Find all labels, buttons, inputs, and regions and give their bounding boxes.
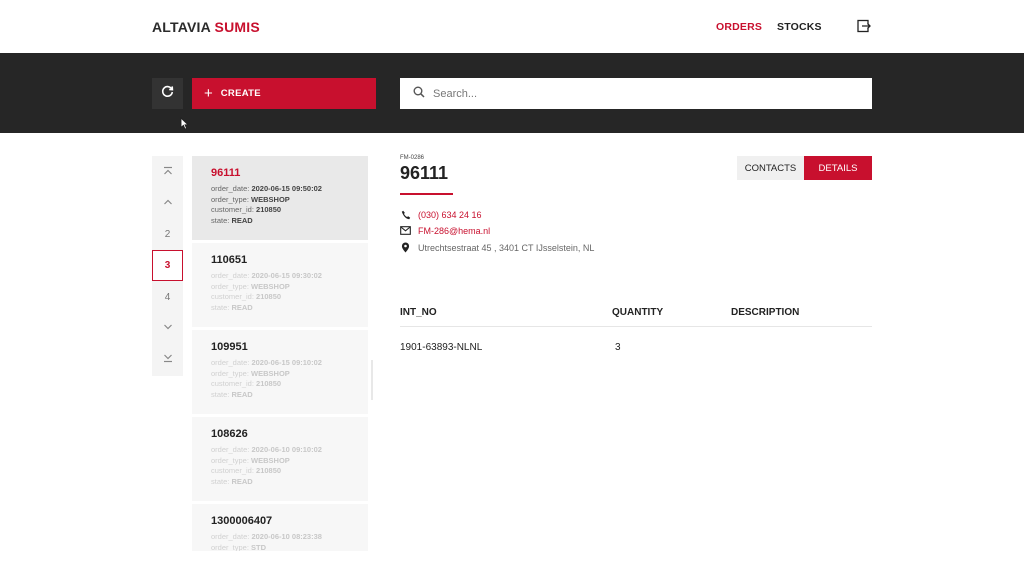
first-page-button[interactable] bbox=[152, 157, 183, 188]
mail-icon bbox=[400, 225, 411, 236]
order-type-line: order_type: WEBSHOP bbox=[211, 455, 290, 465]
page-navigator: 2 3 4 bbox=[152, 156, 183, 376]
order-type-line: order_type: WEBSHOP bbox=[211, 368, 290, 378]
address-text: Utrechtsestraat 45 , 3401 CT IJsselstein… bbox=[418, 242, 595, 253]
order-date-line: order_date: 2020-06-15 09:10:02 bbox=[211, 358, 322, 367]
email-row: FM-286@hema.nl bbox=[400, 225, 490, 236]
chevron-up-icon bbox=[163, 197, 173, 210]
order-type-line: order_type: STD bbox=[211, 542, 267, 552]
table-cell-quantity: 3 bbox=[615, 342, 621, 353]
state-line: state: READ bbox=[211, 302, 253, 312]
order-list: 96111 order_date: 2020-06-15 09:50:02 or… bbox=[192, 156, 368, 551]
phone-icon bbox=[400, 209, 411, 220]
search-input[interactable] bbox=[433, 87, 853, 100]
order-code: FM-0286 bbox=[400, 155, 425, 161]
column-header-quantity: QUANTITY bbox=[612, 307, 664, 318]
customer-id-line: customer_id: 210850 bbox=[211, 292, 282, 301]
order-title: 96111 bbox=[400, 163, 449, 183]
search-box[interactable] bbox=[400, 78, 872, 109]
address-row: Utrechtsestraat 45 , 3401 CT IJsselstein… bbox=[400, 242, 594, 253]
customer-id-line: customer_id: 210850 bbox=[211, 205, 282, 214]
tab-details[interactable]: DETAILS bbox=[804, 156, 872, 180]
order-card-96111[interactable]: 96111 order_date: 2020-06-15 09:50:02 or… bbox=[192, 156, 368, 240]
phone-row: (030) 634 24 16 bbox=[400, 209, 482, 220]
page-2-button[interactable]: 2 bbox=[152, 219, 183, 250]
order-id: 109951 bbox=[211, 341, 248, 353]
nav-orders[interactable]: ORDERS bbox=[716, 21, 762, 33]
tab-contacts[interactable]: CONTACTS bbox=[737, 156, 804, 180]
order-card-110651[interactable]: 110651 order_date: 2020-06-15 09:30:02 o… bbox=[192, 243, 368, 327]
order-id: 1300006407 bbox=[211, 515, 273, 527]
order-date-line: order_date: 2020-06-15 09:50:02 bbox=[211, 184, 322, 193]
order-card-108626[interactable]: 108626 order_date: 2020-06-10 09:10:02 o… bbox=[192, 417, 368, 501]
mouse-cursor-icon bbox=[180, 116, 190, 135]
state-line: state: READ bbox=[211, 476, 253, 486]
brand-logo[interactable]: ALTAVIA SUMIS bbox=[152, 19, 260, 35]
nav-stocks[interactable]: STOCKS bbox=[777, 21, 822, 33]
phone-link[interactable]: (030) 634 24 16 bbox=[418, 210, 482, 220]
location-pin-icon bbox=[400, 242, 411, 253]
previous-page-button[interactable] bbox=[152, 188, 183, 219]
search-icon bbox=[413, 85, 425, 103]
order-card-109951[interactable]: 109951 order_date: 2020-06-15 09:10:02 o… bbox=[192, 330, 368, 414]
logout-icon[interactable] bbox=[857, 19, 871, 33]
order-card-1300006407[interactable]: 1300006407 order_date: 2020-06-10 08:23:… bbox=[192, 504, 368, 551]
order-date-line: order_date: 2020-06-10 09:10:02 bbox=[211, 445, 322, 454]
state-line: state: READ bbox=[211, 389, 253, 399]
column-header-int-no: INT_NO bbox=[400, 307, 437, 318]
order-type-line: order_type: WEBSHOP bbox=[211, 281, 290, 291]
email-link[interactable]: FM-286@hema.nl bbox=[418, 226, 490, 236]
refresh-icon bbox=[161, 85, 174, 103]
page-4-button[interactable]: 4 bbox=[152, 282, 183, 313]
top-navbar: ALTAVIA SUMIS ORDERS STOCKS bbox=[0, 0, 1024, 53]
page-3-button[interactable]: 3 bbox=[152, 250, 183, 281]
create-button[interactable]: + CREATE bbox=[192, 78, 376, 109]
double-chevron-down-icon bbox=[163, 353, 173, 366]
double-chevron-up-icon bbox=[163, 166, 173, 179]
order-date-line: order_date: 2020-06-10 08:23:38 bbox=[211, 532, 322, 541]
list-scrollbar[interactable] bbox=[371, 360, 373, 400]
chevron-down-icon bbox=[163, 322, 173, 335]
last-page-button[interactable] bbox=[152, 344, 183, 375]
toolbar: + CREATE bbox=[0, 53, 1024, 133]
column-header-description: DESCRIPTION bbox=[731, 307, 800, 318]
customer-id-line: customer_id: 210850 bbox=[211, 379, 282, 388]
title-underline bbox=[400, 193, 453, 195]
order-id: 108626 bbox=[211, 428, 248, 440]
next-page-button[interactable] bbox=[152, 313, 183, 344]
order-id: 96111 bbox=[211, 167, 241, 179]
table-cell-int-no: 1901-63893-NLNL bbox=[400, 342, 483, 353]
refresh-button[interactable] bbox=[152, 78, 183, 109]
table-divider bbox=[400, 326, 872, 327]
state-line: state: READ bbox=[211, 215, 253, 225]
customer-id-line: customer_id: 210850 bbox=[211, 466, 282, 475]
plus-icon: + bbox=[204, 85, 213, 102]
order-type-line: order_type: WEBSHOP bbox=[211, 194, 290, 204]
order-id: 110651 bbox=[211, 254, 248, 266]
order-date-line: order_date: 2020-06-15 09:30:02 bbox=[211, 271, 322, 280]
